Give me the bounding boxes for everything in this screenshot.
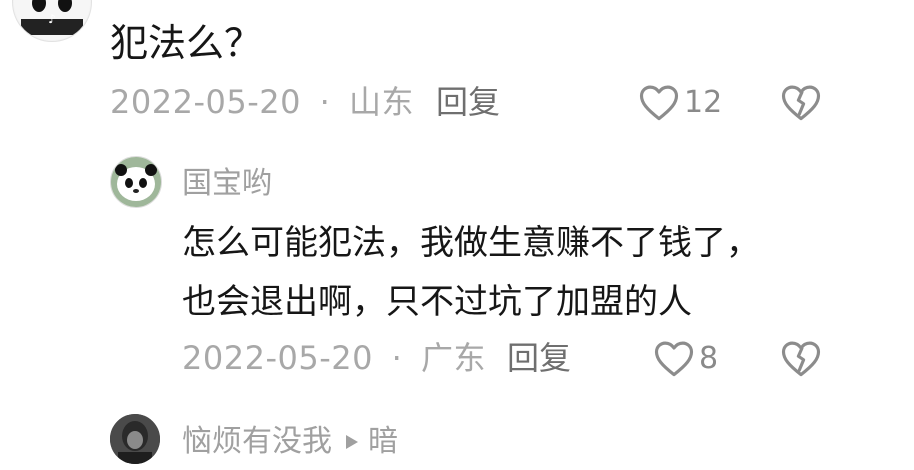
reply-avatar[interactable]: [110, 156, 162, 208]
dislike-button[interactable]: [780, 338, 822, 378]
panda-avatar-image: [111, 157, 161, 207]
reply-location: 广东: [420, 339, 486, 377]
svg-text:♪: ♪: [48, 12, 56, 26]
reply-text-line-2: 也会退出啊，只不过坑了加盟的人: [182, 282, 692, 322]
heart-icon: [653, 338, 695, 378]
reply-avatar[interactable]: [110, 414, 160, 464]
meta-separator: ·: [391, 339, 403, 377]
reply-meta: 2022-05-20 · 广东: [182, 338, 486, 378]
reply-date: 2022-05-20: [182, 339, 373, 377]
reply-button[interactable]: 回复: [436, 82, 500, 122]
broken-heart-icon: [780, 338, 822, 378]
reply-to-username[interactable]: 暗: [368, 422, 398, 462]
reply-arrow-icon: [344, 422, 360, 462]
meta-separator: ·: [319, 83, 331, 121]
like-button[interactable]: 12: [638, 82, 722, 122]
comment-meta: 2022-05-20 · 山东: [110, 82, 414, 122]
like-count: 8: [699, 340, 719, 376]
reply-button[interactable]: 回复: [507, 338, 571, 378]
reply-username[interactable]: 恼烦有没我: [182, 422, 332, 462]
reply-username-line: 恼烦有没我 暗: [182, 422, 398, 462]
comment-location: 山东: [348, 83, 414, 121]
avatar[interactable]: ♪: [12, 0, 92, 42]
like-button[interactable]: 8: [653, 338, 718, 378]
dark-portrait-avatar-image: [110, 414, 160, 464]
reply-username[interactable]: 国宝哟: [182, 164, 272, 204]
comment-text: 犯法么？: [110, 21, 263, 65]
comment-date: 2022-05-20: [110, 83, 301, 121]
dislike-button[interactable]: [780, 82, 822, 122]
panda-avatar-image: ♪: [14, 0, 90, 40]
like-count: 12: [684, 84, 723, 120]
heart-icon: [638, 82, 680, 122]
broken-heart-icon: [780, 82, 822, 122]
reply-text-line-1: 怎么可能犯法，我做生意赚不了钱了，: [182, 223, 760, 263]
